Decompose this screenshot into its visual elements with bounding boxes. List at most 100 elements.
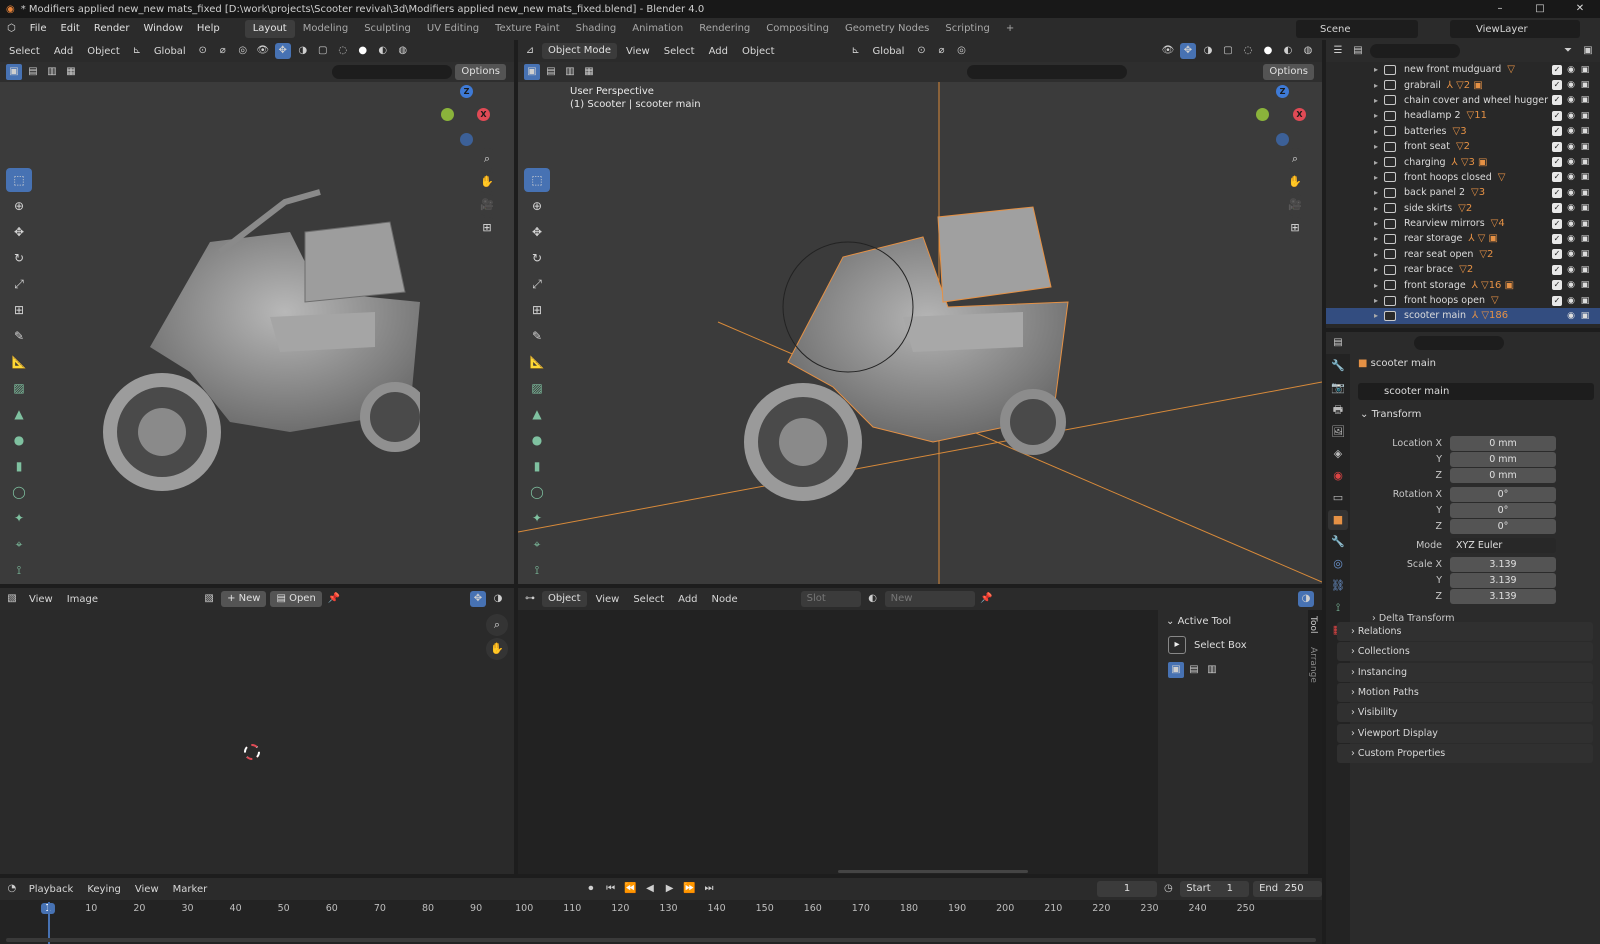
tab-arrange[interactable]: Arrange <box>1308 633 1318 683</box>
right-add-menu[interactable]: Add <box>704 46 733 57</box>
hide-eye-icon[interactable]: ◉ <box>1566 65 1576 75</box>
right-add-cone-tool-icon[interactable]: ▲ <box>524 402 550 426</box>
select-mode-extend-icon[interactable]: ▤ <box>25 64 41 80</box>
expand-arrow-icon[interactable]: ▸ <box>1374 188 1384 197</box>
image-pan-icon[interactable]: ✋ <box>486 638 508 660</box>
hide-eye-icon[interactable]: ◉ <box>1566 234 1576 244</box>
tab-sculpting[interactable]: Sculpting <box>356 20 419 38</box>
image-editor-canvas[interactable]: ⌕ ✋ <box>0 610 514 874</box>
exclude-checkbox[interactable]: ✓ <box>1552 249 1562 260</box>
right-object-menu[interactable]: Object <box>737 46 780 57</box>
tab-texture-paint[interactable]: Texture Paint <box>487 20 568 38</box>
left-orientation-dropdown[interactable]: Global <box>149 46 191 57</box>
end-frame-field[interactable]: End 250 <box>1253 881 1322 897</box>
right-pan-icon[interactable]: ✋ <box>1284 171 1306 193</box>
render-camera-icon[interactable]: ▣ <box>1580 219 1590 229</box>
next-keyframe-icon[interactable]: ⏩ <box>681 881 697 897</box>
proportional-icon[interactable]: ◎ <box>235 43 251 59</box>
properties-panel-collections[interactable]: › Collections <box>1337 642 1593 662</box>
hide-eye-icon[interactable]: ◉ <box>1566 188 1576 198</box>
left-zoom-icon[interactable]: ⌕ <box>476 148 498 170</box>
right-gizmo-z-icon[interactable]: Z <box>1276 85 1289 98</box>
outliner-row[interactable]: ▸ chain cover and wheel hugger ✓ ◉ ▣ <box>1326 93 1600 108</box>
clock-icon[interactable]: ◷ <box>1161 881 1177 897</box>
right-measure-tool-icon[interactable]: 📐 <box>524 350 550 374</box>
outliner-row[interactable]: ▸ front seat ▽2 ✓ ◉ ▣ <box>1326 139 1600 154</box>
slot-dropdown[interactable]: Slot <box>800 591 861 607</box>
right-gizmo-icon[interactable]: ✥ <box>1180 43 1196 59</box>
exclude-checkbox[interactable]: ✓ <box>1552 203 1562 214</box>
right-transform-tool-icon[interactable]: ⊞ <box>524 298 550 322</box>
exclude-checkbox[interactable]: ✓ <box>1552 295 1562 306</box>
current-frame-field[interactable]: 1 <box>1097 881 1157 897</box>
right-view-menu[interactable]: View <box>621 46 655 57</box>
properties-panel-viewport-display[interactable]: › Viewport Display <box>1337 723 1593 743</box>
scale-x-field[interactable]: 3.139 <box>1450 557 1556 572</box>
left-gizmo-negy-icon[interactable] <box>460 133 473 146</box>
hide-eye-icon[interactable]: ◉ <box>1566 296 1576 306</box>
timeline-area[interactable]: 1102030405060708090100110120130140150160… <box>0 900 1322 944</box>
material-shading-icon[interactable]: ◐ <box>375 43 391 59</box>
keying-menu[interactable]: Keying <box>82 884 126 895</box>
render-camera-icon[interactable]: ▣ <box>1580 234 1590 244</box>
exclude-checkbox[interactable]: ✓ <box>1552 110 1562 121</box>
right-select-box-tool-icon[interactable]: ⬚ <box>524 168 550 192</box>
menu-window[interactable]: Window <box>136 18 189 40</box>
scooter-model-left[interactable] <box>90 172 420 492</box>
left-camera-icon[interactable]: 🎥 <box>476 194 498 216</box>
scene-tab-icon[interactable]: ◈ <box>1328 444 1348 464</box>
left-select-menu[interactable]: Select <box>4 46 45 57</box>
menu-render[interactable]: Render <box>87 18 137 40</box>
right-gizmo-y-icon[interactable] <box>1256 108 1269 121</box>
modifier-tab-icon[interactable]: 🔧 <box>1328 532 1348 552</box>
select-mode-subtract-icon[interactable]: ▥ <box>44 64 60 80</box>
right-rotate-tool-icon[interactable]: ↻ <box>524 246 550 270</box>
tab-layout[interactable]: Layout <box>244 20 295 38</box>
node-object-dropdown[interactable]: Object <box>542 591 587 607</box>
menu-file[interactable]: File <box>23 18 54 40</box>
left-gizmo-x-icon[interactable]: X <box>477 108 490 121</box>
right-select-invert-icon[interactable]: ▦ <box>581 64 597 80</box>
rotation-x-field[interactable]: 0° <box>1450 487 1556 502</box>
outliner-row[interactable]: ▸ batteries ▽3 ✓ ◉ ▣ <box>1326 124 1600 139</box>
expand-arrow-icon[interactable]: ▸ <box>1374 204 1384 213</box>
tool-properties-tab-icon[interactable]: 🔧 <box>1328 356 1348 376</box>
expand-arrow-icon[interactable]: ▸ <box>1374 142 1384 151</box>
add-cylinder-tool-icon[interactable]: ▮ <box>6 454 32 478</box>
image-overlay-icon[interactable]: ◑ <box>490 591 506 607</box>
rotation-z-field[interactable]: 0° <box>1450 519 1556 534</box>
output-properties-tab-icon[interactable]: 🖶 <box>1328 400 1348 420</box>
properties-panel-motion-paths[interactable]: › Motion Paths <box>1337 682 1593 702</box>
render-camera-icon[interactable]: ▣ <box>1580 311 1590 321</box>
expand-arrow-icon[interactable]: ▸ <box>1374 281 1384 290</box>
tab-uv-editing[interactable]: UV Editing <box>419 20 487 38</box>
view-layer-tab-icon[interactable]: 🖼 <box>1328 422 1348 442</box>
outliner-row[interactable]: ▸ front hoops open ▽ ✓ ◉ ▣ <box>1326 293 1600 308</box>
image-open-button[interactable]: ▤ Open <box>270 591 322 607</box>
xray-icon[interactable]: ▢ <box>315 43 331 59</box>
annotate-tool-icon[interactable]: ✎ <box>6 324 32 348</box>
tab-compositing[interactable]: Compositing <box>758 20 837 38</box>
new-collection-icon[interactable]: ▣ <box>1580 43 1596 59</box>
right-select-subtract-icon[interactable]: ▥ <box>562 64 578 80</box>
scale-z-field[interactable]: 3.139 <box>1450 589 1556 604</box>
exclude-checkbox[interactable]: ✓ <box>1552 80 1562 91</box>
outliner-row[interactable]: ▸ headlamp 2 ▽11 ✓ ◉ ▣ <box>1326 108 1600 123</box>
right-move-tool-icon[interactable]: ✥ <box>524 220 550 244</box>
image-editor-type-icon[interactable]: ▧ <box>4 591 20 607</box>
render-camera-icon[interactable]: ▣ <box>1580 80 1590 90</box>
render-shading-icon[interactable]: ◍ <box>395 43 411 59</box>
expand-arrow-icon[interactable]: ▸ <box>1374 81 1384 90</box>
constraints-tab-icon[interactable]: ⛓ <box>1328 576 1348 596</box>
tab-scripting[interactable]: Scripting <box>937 20 997 38</box>
right-wireframe-icon[interactable]: ◌ <box>1240 43 1256 59</box>
menu-edit[interactable]: Edit <box>53 18 86 40</box>
scene-selector[interactable]: Scene <box>1296 20 1418 38</box>
exclude-checkbox[interactable]: ✓ <box>1552 218 1562 229</box>
properties-panel-relations[interactable]: › Relations <box>1337 622 1593 641</box>
hide-eye-icon[interactable]: ◉ <box>1566 172 1576 182</box>
right-camera-icon[interactable]: 🎥 <box>1284 194 1306 216</box>
render-camera-icon[interactable]: ▣ <box>1580 296 1590 306</box>
exclude-checkbox[interactable]: ✓ <box>1552 126 1562 137</box>
outliner-row[interactable]: ▸ back panel 2 ▽3 ✓ ◉ ▣ <box>1326 185 1600 200</box>
